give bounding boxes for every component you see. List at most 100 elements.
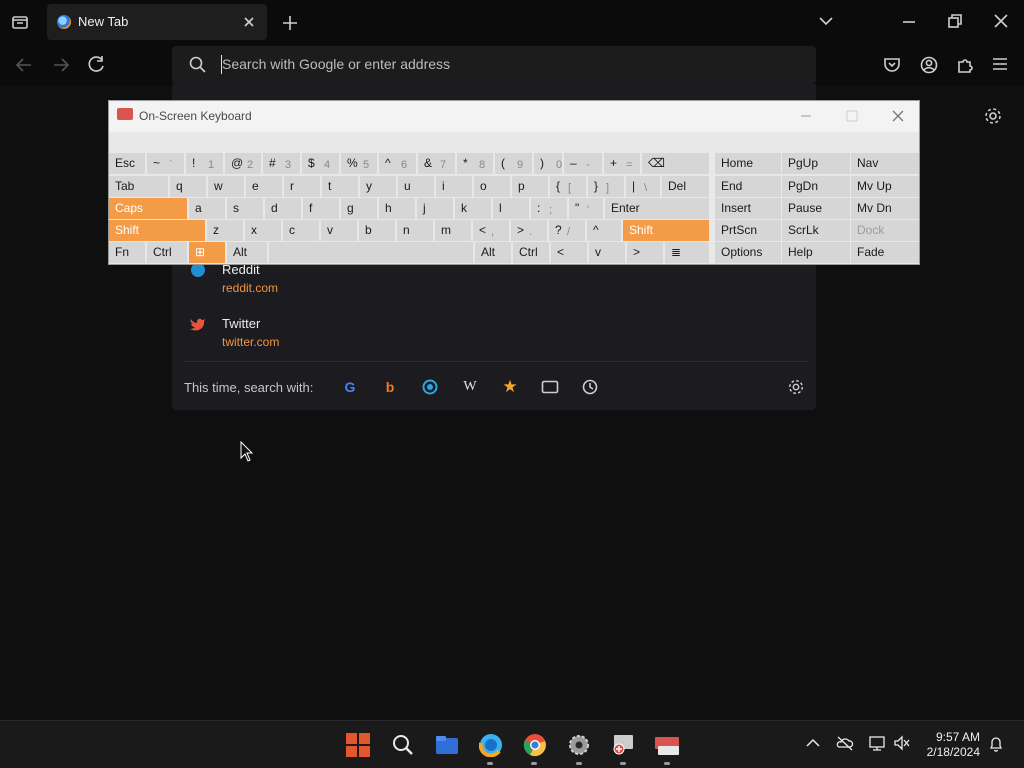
osk-key-h[interactable]: h <box>379 198 415 219</box>
osk-key-symbol[interactable]: " ' <box>569 198 603 219</box>
osk-key-e[interactable]: e <box>246 176 282 197</box>
forward-icon[interactable] <box>51 56 71 74</box>
osk-key-c[interactable]: c <box>283 220 319 241</box>
osk-key-symbol[interactable]: }] <box>588 176 624 197</box>
osk-key-symbol[interactable]: <, <box>473 220 509 241</box>
osk-key-x[interactable]: x <box>245 220 281 241</box>
close-tab-icon[interactable] <box>239 12 259 32</box>
osk-key-symbol[interactable]: & 7 <box>418 153 455 174</box>
volume-muted-icon[interactable] <box>893 735 911 751</box>
osk-key-u[interactable]: u <box>398 176 434 197</box>
osk-key-symbol[interactable]: $4 <box>302 153 339 174</box>
osk-key-symbol[interactable]: * 8 <box>457 153 493 174</box>
osk-key-t[interactable]: t <box>322 176 358 197</box>
osk-key-enter[interactable]: Enter <box>605 198 709 219</box>
address-bar[interactable]: Search with Google or enter address <box>172 46 816 84</box>
google-icon[interactable]: G <box>341 378 359 396</box>
osk-key-caps[interactable]: Caps <box>109 198 187 219</box>
restore-icon[interactable] <box>946 13 964 29</box>
osk-titlebar[interactable]: On-Screen Keyboard <box>109 101 919 132</box>
osk-key-shift[interactable]: Shift <box>623 220 709 241</box>
osk-key-esc[interactable]: Esc <box>109 153 145 174</box>
osk-key-symbol[interactable]: ) 0 <box>534 153 562 174</box>
osk-key-alt[interactable]: Alt <box>227 242 267 263</box>
osk-key-symbol[interactable]: ≣ <box>665 242 709 263</box>
osk-key-l[interactable]: l <box>493 198 529 219</box>
osk-key-m[interactable]: m <box>435 220 471 241</box>
osk-key-symbol[interactable]: ⌫ <box>642 153 709 174</box>
osk-key-symbol[interactable]: < <box>551 242 587 263</box>
osk-key-home[interactable]: Home <box>715 153 781 174</box>
osk-key-k[interactable]: k <box>455 198 491 219</box>
osk-key-symbol[interactable]: {[ <box>550 176 586 197</box>
osk-maximize-icon[interactable] <box>845 109 859 123</box>
osk-key-ctrl[interactable]: Ctrl <box>513 242 549 263</box>
osk-key-fade[interactable]: Fade <box>851 242 919 263</box>
pocket-icon[interactable] <box>882 55 902 75</box>
osk-key-dock[interactable]: Dock <box>851 220 919 241</box>
onedrive-offline-icon[interactable] <box>836 735 854 751</box>
osk-key-symbol[interactable]: :; <box>531 198 567 219</box>
tab-new-tab[interactable]: New Tab <box>47 4 267 40</box>
osk-key-symbol[interactable]: >. <box>511 220 547 241</box>
list-item[interactable]: Reddit reddit.com <box>190 262 390 298</box>
minimize-icon[interactable] <box>900 14 918 28</box>
reload-icon[interactable] <box>87 55 107 75</box>
network-icon[interactable] <box>868 735 886 751</box>
search-input[interactable]: Search with Google or enter address <box>222 56 450 72</box>
osk-key-alt[interactable]: Alt <box>475 242 511 263</box>
tabs-icon[interactable] <box>541 378 559 396</box>
menu-icon[interactable] <box>991 56 1009 72</box>
list-tabs-chevron-icon[interactable] <box>817 14 835 28</box>
osk-key-scrlk[interactable]: ScrLk <box>782 220 850 241</box>
osk-key-nav[interactable]: Nav <box>851 153 919 174</box>
osk-key-v[interactable]: v <box>321 220 357 241</box>
on-screen-keyboard-icon[interactable] <box>655 733 679 757</box>
osk-key-g[interactable]: g <box>341 198 377 219</box>
system-clock[interactable]: 9:57 AM 2/18/2024 <box>927 730 980 760</box>
osk-key-symbol[interactable]: ^ <box>587 220 621 241</box>
tab-manager-icon[interactable] <box>11 14 29 30</box>
osk-key-pause[interactable]: Pause <box>782 198 850 219</box>
osk-key-s[interactable]: s <box>227 198 263 219</box>
settings-icon[interactable] <box>567 733 591 757</box>
bookmarks-star-icon[interactable]: ★ <box>501 377 519 396</box>
duckduckgo-icon[interactable] <box>421 378 439 396</box>
osk-key-symbol[interactable]: ⊞ <box>189 242 225 263</box>
notifications-bell-icon[interactable] <box>988 735 1004 753</box>
osk-key-f[interactable]: f <box>303 198 339 219</box>
list-item[interactable]: Twitter twitter.com <box>190 316 390 352</box>
osk-key-symbol[interactable]: ~ ` <box>147 153 184 174</box>
osk-key-del[interactable]: Del <box>662 176 709 197</box>
osk-key-symbol[interactable]: – - <box>564 153 602 174</box>
magnifier-icon[interactable] <box>611 733 635 757</box>
osk-key-ctrl[interactable]: Ctrl <box>147 242 187 263</box>
osk-key-space[interactable] <box>269 242 473 263</box>
extensions-icon[interactable] <box>955 55 975 75</box>
osk-close-icon[interactable] <box>891 109 905 123</box>
osk-key-help[interactable]: Help <box>782 242 850 263</box>
osk-key-tab[interactable]: Tab <box>109 176 168 197</box>
show-hidden-icons-chevron-icon[interactable] <box>806 738 820 748</box>
osk-key-n[interactable]: n <box>397 220 433 241</box>
osk-key-symbol[interactable]: % 5 <box>341 153 377 174</box>
osk-key-d[interactable]: d <box>265 198 301 219</box>
osk-key-a[interactable]: a <box>189 198 225 219</box>
osk-key-z[interactable]: z <box>207 220 243 241</box>
osk-key-symbol[interactable]: ? / <box>549 220 585 241</box>
new-tab-plus-icon[interactable] <box>281 14 299 32</box>
osk-key-insert[interactable]: Insert <box>715 198 781 219</box>
start-icon[interactable] <box>346 733 370 757</box>
osk-key-mv-up[interactable]: Mv Up <box>851 176 919 197</box>
wikipedia-icon[interactable]: W <box>461 378 479 396</box>
osk-key-shift[interactable]: Shift <box>109 220 205 241</box>
osk-key-w[interactable]: w <box>208 176 244 197</box>
osk-key-v[interactable]: v <box>589 242 625 263</box>
osk-key-prtscn[interactable]: PrtScn <box>715 220 781 241</box>
close-window-icon[interactable] <box>992 13 1010 29</box>
back-icon[interactable] <box>14 56 34 74</box>
search-settings-gear-icon[interactable] <box>787 378 805 396</box>
osk-key-r[interactable]: r <box>284 176 320 197</box>
osk-key-y[interactable]: y <box>360 176 396 197</box>
osk-key-j[interactable]: j <box>417 198 453 219</box>
